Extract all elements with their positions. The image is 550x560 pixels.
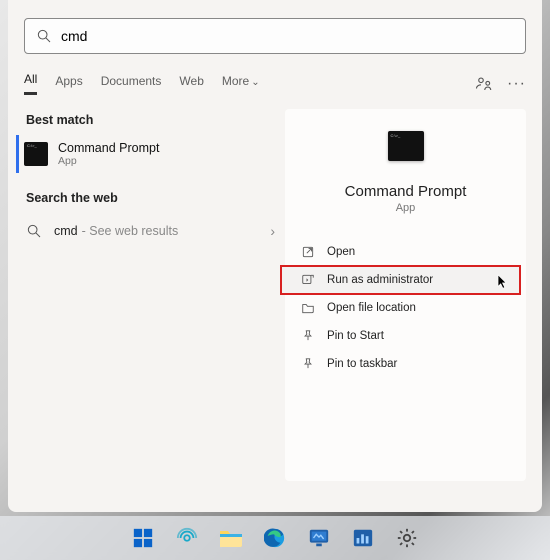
search-icon [26, 223, 42, 239]
action-open-file-location[interactable]: Open file location [285, 294, 526, 322]
folder-icon [219, 528, 243, 548]
best-match-title: Command Prompt [58, 141, 159, 155]
web-result-term: cmd [54, 224, 78, 238]
taskbar-edge[interactable] [257, 520, 293, 556]
content-area: Best match C:\>_ Command Prompt App Sear… [24, 109, 526, 481]
pin-icon [301, 329, 315, 343]
tabs-row: All Apps Documents Web More⌄ ··· [24, 72, 526, 95]
tab-apps[interactable]: Apps [55, 74, 82, 94]
taskbar-settings[interactable] [389, 520, 425, 556]
tab-all[interactable]: All [24, 72, 37, 95]
best-match-result[interactable]: C:\>_ Command Prompt App [16, 135, 285, 173]
chevron-right-icon: › [270, 223, 275, 239]
action-open-location-label: Open file location [327, 302, 416, 314]
search-icon [35, 28, 53, 44]
preview-column: C:\>_ Command Prompt App Open [285, 109, 526, 481]
search-web-heading: Search the web [26, 191, 285, 205]
action-pin-start-label: Pin to Start [327, 330, 384, 342]
action-pin-to-taskbar[interactable]: Pin to taskbar [285, 350, 526, 378]
taskbar-start-button[interactable] [125, 520, 161, 556]
action-pin-taskbar-label: Pin to taskbar [327, 358, 397, 370]
action-pin-to-start[interactable]: Pin to Start [285, 322, 526, 350]
monitor-icon [308, 527, 330, 549]
tab-documents[interactable]: Documents [101, 74, 162, 94]
cmd-icon: C:\>_ [388, 131, 424, 161]
tab-more[interactable]: More⌄ [222, 74, 260, 94]
action-open[interactable]: Open [285, 238, 526, 266]
preview-subtitle: App [285, 202, 526, 214]
web-result-suffix: - See web results [82, 224, 179, 238]
chart-icon [352, 527, 374, 549]
taskbar [0, 516, 550, 560]
taskbar-file-explorer[interactable] [213, 520, 249, 556]
gear-icon [396, 527, 418, 549]
pin-icon [301, 357, 315, 371]
tab-web[interactable]: Web [179, 74, 203, 94]
web-result-cmd[interactable]: cmd - See web results › [24, 213, 285, 249]
results-column: Best match C:\>_ Command Prompt App Sear… [24, 109, 285, 481]
start-search-panel: All Apps Documents Web More⌄ ··· Best ma… [8, 0, 542, 512]
account-switch-icon[interactable] [475, 75, 493, 93]
edge-icon [264, 527, 286, 549]
preview-title: Command Prompt [285, 183, 526, 200]
action-run-admin-label: Run as administrator [327, 274, 433, 286]
open-icon [301, 245, 315, 259]
search-box[interactable] [24, 18, 526, 54]
shield-icon [301, 273, 315, 287]
folder-icon [301, 301, 315, 315]
best-match-heading: Best match [26, 113, 285, 127]
action-run-as-administrator[interactable]: Run as administrator [281, 266, 520, 294]
taskbar-app-1[interactable] [301, 520, 337, 556]
best-match-subtitle: App [58, 155, 159, 167]
taskbar-app-2[interactable] [345, 520, 381, 556]
search-input[interactable] [61, 28, 515, 44]
more-options-icon[interactable]: ··· [507, 75, 526, 93]
actions-list: Open Run as administrator [285, 238, 526, 378]
action-open-label: Open [327, 246, 355, 258]
windows-icon [132, 527, 154, 549]
broadcast-icon [176, 527, 198, 549]
mouse-cursor-icon [497, 274, 508, 290]
tab-more-label: More [222, 74, 249, 88]
chevron-down-icon: ⌄ [251, 77, 259, 88]
cmd-icon: C:\>_ [24, 142, 48, 166]
taskbar-broadcast-button[interactable] [169, 520, 205, 556]
